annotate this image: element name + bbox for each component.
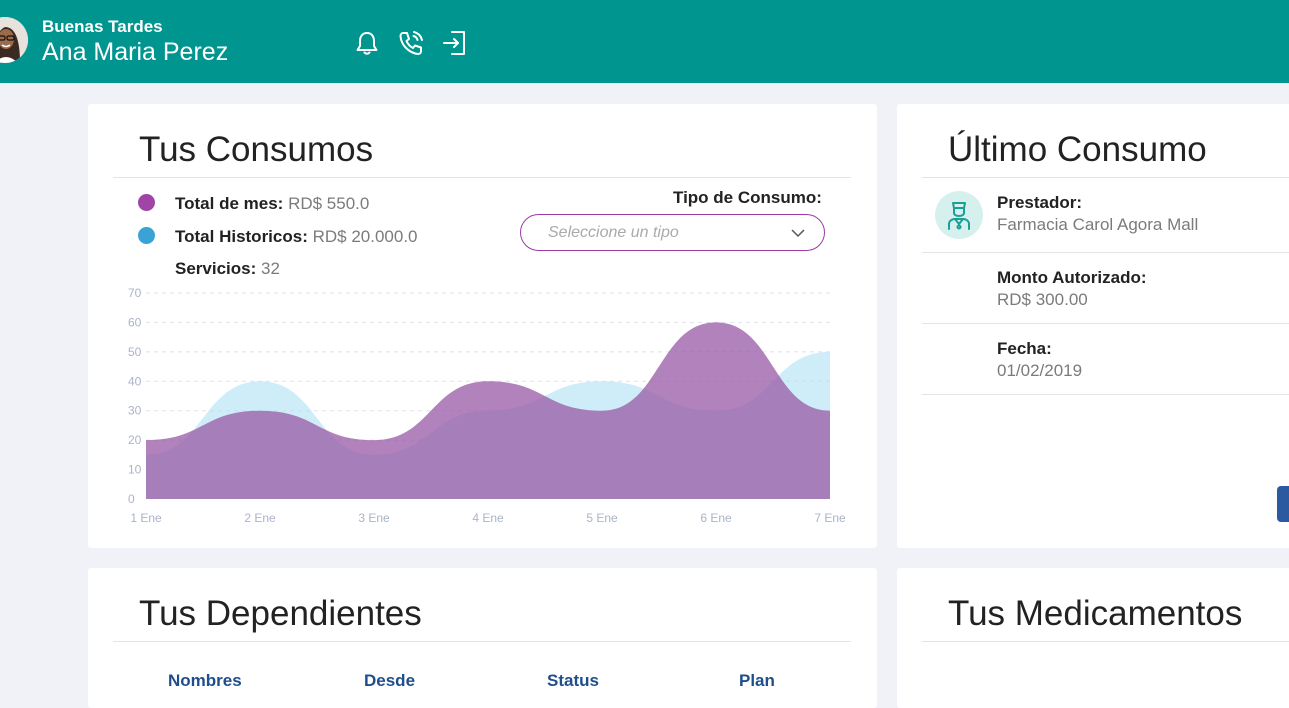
medicamentos-divider [922,641,1289,642]
column-header-desde[interactable]: Desde [364,671,415,691]
column-header-status[interactable]: Status [547,671,599,691]
fecha-value: 01/02/2019 [997,361,1082,381]
consumos-card: Tus Consumos Total de mes: RD$ 550.0 Tot… [88,104,877,548]
column-header-plan[interactable]: Plan [739,671,775,691]
x-tick-label-4: 5 Ene [586,511,618,525]
consumos-chart: 0 10 20 30 40 50 60 70 1 Ene 2 Ene 3 Ene 4 Ene 5 Ene… [88,104,877,548]
medicamentos-title: Tus Medicamentos [948,594,1242,634]
doctor-icon [935,191,983,239]
monto-label: Monto Autorizado: [997,268,1147,288]
bell-icon[interactable] [353,29,381,57]
top-header: Buenas Tardes Ana Maria Perez [0,0,1289,83]
x-tick-label-5: 6 Ene [700,511,732,525]
x-tick-label-6: 7 Ene [814,511,846,525]
x-tick-label-3: 4 Ene [472,511,504,525]
prestador-label: Prestador: [997,193,1082,213]
ultimo-consumo-card: Último Consumo Prestador: Farmacia Carol… [897,104,1289,548]
fecha-label: Fecha: [997,339,1052,359]
x-tick-label-2: 3 Ene [358,511,390,525]
monto-value: RD$ 300.00 [997,290,1088,310]
side-tab-button[interactable] [1277,486,1289,522]
ultimo-sep-1 [922,252,1289,253]
x-tick-label-0: 1 Ene [130,511,162,525]
medicamentos-card: Tus Medicamentos [897,568,1289,708]
phone-icon[interactable] [397,29,425,57]
dependientes-card: Tus Dependientes Nombres Desde Status Pl… [88,568,877,708]
dependientes-title: Tus Dependientes [139,594,422,634]
prestador-value: Farmacia Carol Agora Mall [997,215,1198,235]
y-tick-label-20: 20 [128,433,142,447]
dependientes-divider [113,641,851,642]
x-tick-label-1: 2 Ene [244,511,276,525]
logout-icon[interactable] [441,29,469,57]
greeting-text: Buenas Tardes [42,17,163,37]
y-tick-label-0: 0 [128,492,135,506]
user-name: Ana Maria Perez [42,38,228,67]
y-tick-label-40: 40 [128,374,142,388]
y-tick-label-50: 50 [128,345,142,359]
ultimo-divider [922,177,1289,178]
ultimo-sep-3 [922,394,1289,395]
y-tick-label-30: 30 [128,404,142,418]
y-tick-label-70: 70 [128,286,142,300]
ultimo-sep-2 [922,323,1289,324]
user-avatar[interactable] [0,17,28,63]
y-tick-label-60: 60 [128,315,142,329]
y-tick-label-10: 10 [128,463,142,477]
column-header-nombres[interactable]: Nombres [168,671,242,691]
ultimo-consumo-title: Último Consumo [948,130,1207,170]
